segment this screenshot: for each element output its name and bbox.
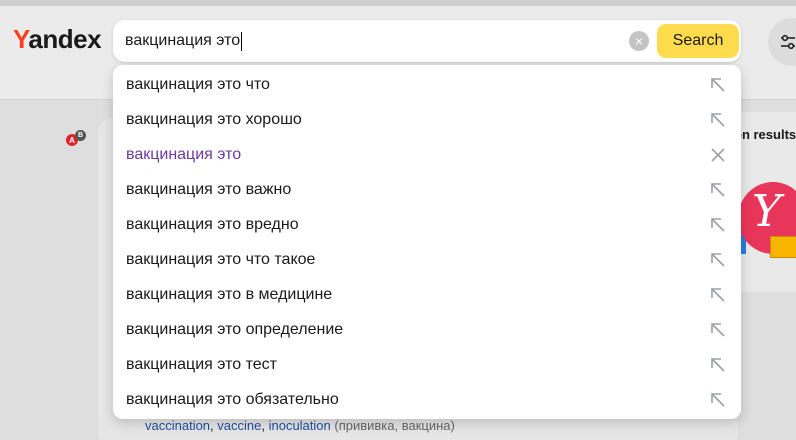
translation-link-vaccine[interactable]: vaccine <box>217 418 261 433</box>
suggestion-item[interactable]: вакцинация это важно <box>113 172 741 207</box>
arrow-up-left-icon[interactable] <box>709 356 727 374</box>
arrow-up-left-icon[interactable] <box>709 181 727 199</box>
yandex-logo[interactable]: Yandex <box>13 24 102 55</box>
separator: , <box>261 418 269 433</box>
suggestion-text: вакцинация это хорошо <box>126 110 302 128</box>
translation-link-vaccination[interactable]: vaccination <box>145 418 210 433</box>
suggestion-item[interactable]: вакцинация это в медицине <box>113 277 741 312</box>
brand-circle-letter: Y <box>752 186 782 237</box>
translation-link-inoculation[interactable]: inoculation <box>269 418 331 433</box>
filters-button[interactable] <box>768 18 796 66</box>
logo-rest: andex <box>28 24 102 54</box>
suggestion-item[interactable]: вакцинация это обязательно <box>113 382 741 417</box>
arrow-up-left-icon[interactable] <box>709 251 727 269</box>
suggestion-text: вакцинация это определение <box>126 320 344 338</box>
search-input[interactable] <box>125 22 625 60</box>
translation-note: (прививка, вакцина) <box>330 418 455 433</box>
suggestion-text: вакцинация это обязательно <box>126 390 339 408</box>
suggestion-text: вакцинация это вредно <box>126 215 299 233</box>
suggestion-item[interactable]: вакцинация это что такое <box>113 242 741 277</box>
suggestion-text: вакцинация это что <box>126 75 270 93</box>
suggestion-text: вакцинация это что такое <box>126 250 316 268</box>
suggestion-text: вакцинация это <box>126 145 242 163</box>
arrow-up-left-icon[interactable] <box>709 391 727 409</box>
right-panel-label: on results <box>734 127 796 142</box>
envelope-icon <box>770 236 796 258</box>
logo-first-letter: Y <box>13 24 29 54</box>
suggestion-item[interactable]: вакцинация это что <box>113 67 741 102</box>
clear-icon[interactable]: × <box>629 31 649 51</box>
suggestion-text: вакцинация это в медицине <box>126 285 333 303</box>
arrow-up-left-icon[interactable] <box>709 111 727 129</box>
suggestion-text: вакцинация это тест <box>126 355 277 373</box>
suggestion-text: вакцинация это важно <box>126 180 292 198</box>
arrow-up-left-icon[interactable] <box>709 286 727 304</box>
arrow-up-left-icon[interactable] <box>709 321 727 339</box>
search-button[interactable]: Search <box>657 24 739 58</box>
badge-b: B <box>75 130 86 141</box>
suggestion-item[interactable]: вакцинация это вредно <box>113 207 741 242</box>
sliders-icon <box>781 34 795 50</box>
text-caret <box>241 32 243 51</box>
suggestion-item[interactable]: вакцинация это хорошо <box>113 102 741 137</box>
suggestion-item[interactable]: вакцинация это определение <box>113 312 741 347</box>
close-icon[interactable] <box>709 146 727 164</box>
suggestion-item[interactable]: вакцинация это <box>113 137 741 172</box>
arrow-up-left-icon[interactable] <box>709 216 727 234</box>
search-box: × Search <box>113 20 741 62</box>
suggestions-dropdown: вакцинация это что вакцинация это хорошо в… <box>113 65 741 419</box>
translation-line: vaccination, vaccine, inoculation (приви… <box>145 418 455 433</box>
ab-badge-icon: A B <box>66 130 88 148</box>
suggestion-item[interactable]: вакцинация это тест <box>113 347 741 382</box>
arrow-up-left-icon[interactable] <box>709 76 727 94</box>
browser-top-strip <box>0 0 796 6</box>
